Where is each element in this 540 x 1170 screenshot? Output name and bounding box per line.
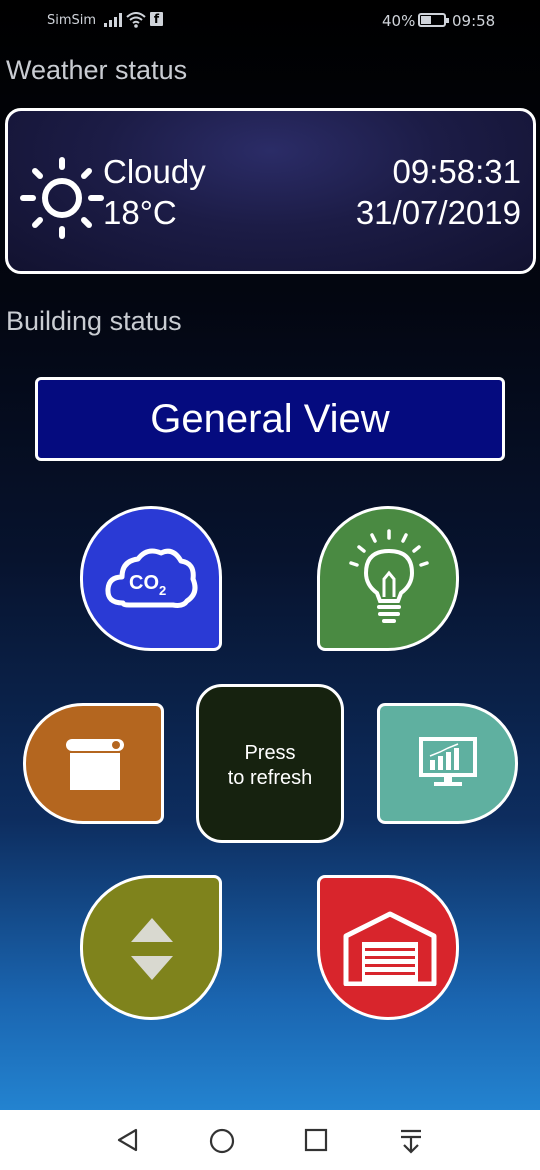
refresh-label-line2: to refresh (227, 767, 313, 789)
weather-condition: Cloudy (103, 153, 206, 190)
weather-card: Cloudy 18°C 09:58:31 31/07/2019 (5, 108, 536, 274)
weather-time: 09:58:31 (392, 153, 521, 190)
garage-tile-button[interactable] (317, 875, 459, 1020)
co2-subscript: 2 (159, 583, 166, 598)
status-bar: SimSim f 40% 09:58 (0, 0, 540, 42)
recents-icon[interactable] (304, 1128, 328, 1152)
weather-temperature: 18°C (103, 194, 177, 231)
co2-label: CO (129, 572, 159, 594)
co2-tile-button[interactable]: CO 2 (80, 506, 222, 651)
lighting-tile-button[interactable] (317, 506, 459, 651)
blinds-tile-button[interactable] (23, 703, 164, 824)
co2-cloud-icon: CO 2 (105, 548, 198, 608)
monitor-chart-icon (419, 737, 477, 786)
blind-icon (66, 739, 124, 790)
building-section-title: Building status (6, 306, 182, 336)
weather-section-title: Weather status (6, 55, 188, 85)
navigation-bar (0, 1110, 540, 1170)
wifi-icon (126, 12, 146, 28)
facebook-icon: f (150, 12, 163, 26)
signal-icon (104, 13, 122, 27)
refresh-label-line1: Press (244, 742, 296, 764)
notifications-pull-icon[interactable] (398, 1128, 424, 1154)
lightbulb-icon (349, 529, 429, 623)
monitoring-tile-button[interactable] (377, 703, 518, 824)
general-view-button[interactable]: General View (35, 377, 505, 461)
elevator-arrows-icon (131, 918, 173, 980)
status-clock: 09:58 (452, 12, 496, 30)
battery-percent: 40% (382, 12, 416, 30)
home-icon[interactable] (209, 1128, 235, 1154)
carrier-name: SimSim (47, 13, 97, 28)
battery-icon (418, 13, 449, 27)
refresh-button[interactable]: Press to refresh (196, 684, 344, 843)
elevator-tile-button[interactable] (80, 875, 222, 1020)
garage-door-icon (343, 911, 437, 986)
back-icon[interactable] (116, 1128, 140, 1152)
sun-icon (20, 157, 104, 239)
weather-date: 31/07/2019 (355, 194, 521, 231)
